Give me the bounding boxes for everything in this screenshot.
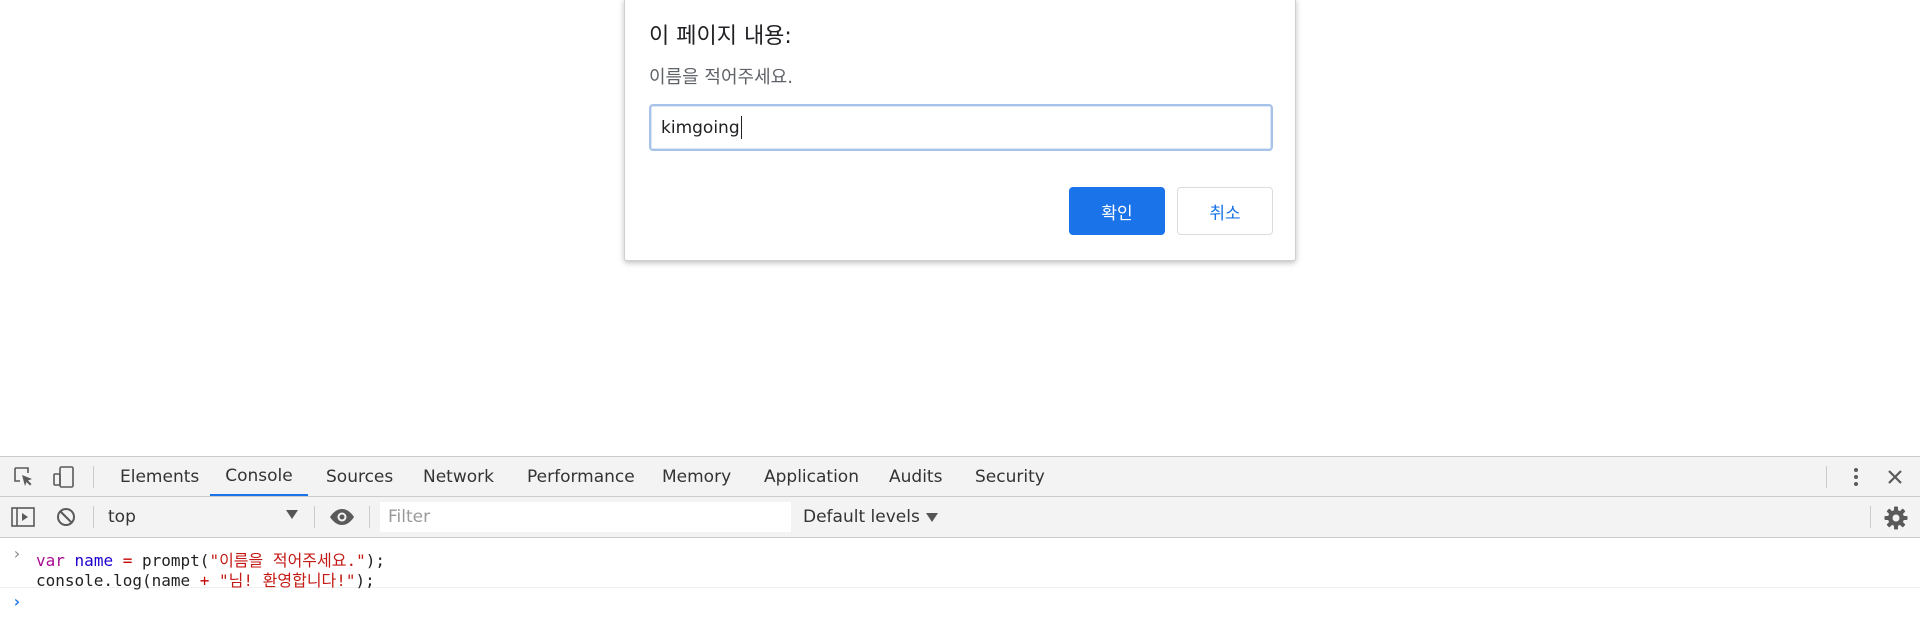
ok-button[interactable]: 확인 bbox=[1069, 187, 1165, 235]
tab-memory[interactable]: Memory bbox=[662, 457, 731, 496]
settings-gear-icon[interactable] bbox=[1883, 505, 1909, 531]
toolbar-separator-1 bbox=[93, 506, 94, 528]
code-token-string: "님! 환영합니다!" bbox=[219, 571, 356, 590]
tab-performance[interactable]: Performance bbox=[527, 457, 635, 496]
close-icon[interactable] bbox=[1883, 465, 1907, 489]
sidebar-toggle-icon[interactable] bbox=[10, 505, 36, 529]
tab-console[interactable]: Console bbox=[210, 457, 308, 496]
device-toolbar-icon[interactable] bbox=[50, 465, 78, 489]
console-toolbar: top Filter Default levels bbox=[0, 497, 1920, 538]
dropdown-arrow-icon bbox=[286, 510, 298, 519]
text-caret bbox=[740, 116, 742, 139]
code-line-2: console.log(name + "님! 환영합니다!"); bbox=[36, 567, 375, 591]
prompt-input-value: kimgoing bbox=[661, 117, 740, 138]
dialog-title: 이 페이지 내용: bbox=[649, 24, 792, 49]
log-levels-dropdown[interactable]: Default levels bbox=[803, 501, 938, 533]
dropdown-arrow-icon bbox=[925, 512, 938, 522]
code-token-end: ); bbox=[355, 571, 375, 590]
toolbar-separator-2 bbox=[314, 506, 315, 528]
filter-input[interactable]: Filter bbox=[380, 502, 791, 532]
console-output[interactable]: › var name = prompt("이름을 적어주세요."); conso… bbox=[0, 538, 1920, 644]
tabbar-separator-right bbox=[1826, 466, 1827, 488]
prompt-input[interactable]: kimgoing bbox=[649, 104, 1273, 151]
toolbar-separator-3 bbox=[369, 506, 370, 528]
console-entry: › var name = prompt("이름을 적어주세요."); conso… bbox=[0, 538, 1920, 591]
tab-audits[interactable]: Audits bbox=[889, 457, 942, 496]
toolbar-separator-4 bbox=[1870, 506, 1871, 528]
context-value: top bbox=[108, 507, 136, 527]
devtools-tabbar: Elements Console Sources Network Perform… bbox=[0, 457, 1920, 497]
dialog-message: 이름을 적어주세요. bbox=[649, 67, 793, 88]
code-token-call: console.log(name bbox=[36, 571, 200, 590]
tabbar-separator bbox=[93, 466, 94, 488]
page-content-area: 이 페이지 내용: 이름을 적어주세요. kimgoing 확인 취소 bbox=[0, 0, 1920, 456]
tab-security[interactable]: Security bbox=[975, 457, 1045, 496]
tab-network[interactable]: Network bbox=[423, 457, 494, 496]
more-options-icon[interactable] bbox=[1844, 465, 1868, 489]
clear-console-icon[interactable] bbox=[54, 505, 78, 529]
live-expression-icon[interactable] bbox=[328, 505, 356, 529]
context-selector[interactable]: top bbox=[100, 501, 306, 533]
devtools-panel: Elements Console Sources Network Perform… bbox=[0, 456, 1920, 644]
console-prompt-icon[interactable]: › bbox=[12, 592, 22, 611]
prompt-dialog: 이 페이지 내용: 이름을 적어주세요. kimgoing 확인 취소 bbox=[624, 0, 1296, 261]
tab-application[interactable]: Application bbox=[764, 457, 859, 496]
input-chevron-icon: › bbox=[12, 544, 22, 563]
cancel-button[interactable]: 취소 bbox=[1177, 187, 1273, 235]
tab-elements[interactable]: Elements bbox=[120, 457, 199, 496]
code-token-operator: + bbox=[199, 571, 210, 590]
log-levels-label: Default levels bbox=[803, 507, 920, 527]
tab-sources[interactable]: Sources bbox=[326, 457, 393, 496]
inspect-element-icon[interactable] bbox=[10, 465, 38, 489]
